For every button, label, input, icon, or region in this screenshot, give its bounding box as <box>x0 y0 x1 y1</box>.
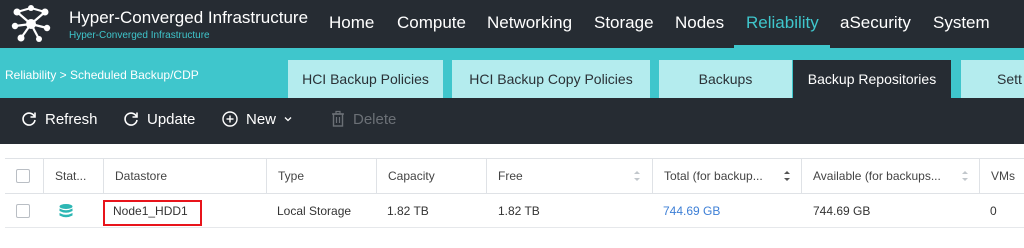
column-header-datastore[interactable]: Datastore <box>115 159 265 193</box>
column-separator <box>652 159 653 193</box>
tab-settings[interactable]: Sett <box>961 60 1024 98</box>
refresh-label: Refresh <box>45 110 98 128</box>
cell-vms: 0 <box>990 204 997 218</box>
network-nodes-logo-icon <box>11 5 51 42</box>
top-bar: Hyper-Converged Infrastructure Hyper-Con… <box>0 0 1024 48</box>
nav-nodes[interactable]: Nodes <box>675 13 724 33</box>
sort-icon[interactable] <box>961 169 969 183</box>
select-all-checkbox[interactable] <box>16 169 30 183</box>
refresh-button[interactable]: Refresh <box>20 110 98 128</box>
toolbar: Refresh Update New Delete <box>0 98 1024 144</box>
refresh-icon <box>22 112 36 126</box>
sort-icon[interactable] <box>633 169 641 183</box>
delete-label: Delete <box>353 110 397 128</box>
cell-total-link[interactable]: 744.69 GB <box>663 194 783 227</box>
cell-available: 744.69 GB <box>813 204 871 218</box>
nav-compute[interactable]: Compute <box>397 13 466 33</box>
update-label: Update <box>147 110 196 128</box>
nav-storage[interactable]: Storage <box>594 13 654 33</box>
nav-system[interactable]: System <box>933 13 990 33</box>
plus-circle-icon <box>222 111 238 127</box>
delete-button[interactable]: Delete <box>330 110 396 128</box>
column-header-type[interactable]: Type <box>278 159 378 193</box>
brand-subtitle: Hyper-Converged Infrastructure <box>69 30 210 41</box>
new-label: New <box>246 110 277 128</box>
column-separator <box>43 159 44 193</box>
column-header-available-for-backups[interactable]: Available (for backups... <box>813 159 953 193</box>
cell-capacity: 1.82 TB <box>387 204 429 218</box>
breadcrumb[interactable]: Reliability > Scheduled Backup/CDP <box>5 68 199 82</box>
column-separator <box>979 159 980 193</box>
tab-row: Reliability > Scheduled Backup/CDP HCI B… <box>0 48 1024 98</box>
column-separator <box>486 159 487 193</box>
update-icon <box>124 112 138 126</box>
trash-icon <box>332 110 344 127</box>
row-checkbox[interactable] <box>16 204 30 218</box>
nav-asecurity[interactable]: aSecurity <box>840 13 911 33</box>
column-header-free[interactable]: Free <box>498 159 618 193</box>
column-separator <box>266 159 267 193</box>
database-icon <box>59 204 73 218</box>
brand-title: Hyper-Converged Infrastructure <box>69 8 309 27</box>
new-button[interactable]: New <box>221 110 293 128</box>
tab-backup-repositories[interactable]: Backup Repositories <box>793 60 951 98</box>
column-separator <box>801 159 802 193</box>
column-header-status[interactable]: Stat... <box>55 159 105 193</box>
nav-reliability[interactable]: Reliability <box>746 13 819 33</box>
table-header: Stat... Datastore Type Capacity Free Tot… <box>5 158 1024 194</box>
column-header-vms[interactable]: VMs <box>991 159 1024 193</box>
datastore-highlight-box <box>103 200 202 226</box>
nav-home[interactable]: Home <box>329 13 374 33</box>
column-header-capacity[interactable]: Capacity <box>388 159 488 193</box>
column-separator <box>103 159 104 193</box>
sort-icon[interactable] <box>783 169 791 183</box>
column-header-total-for-backup[interactable]: Total (for backup... <box>664 159 776 193</box>
nav-networking[interactable]: Networking <box>487 13 572 33</box>
cell-type: Local Storage <box>277 204 352 218</box>
tab-backups[interactable]: Backups <box>659 60 792 98</box>
cell-free: 1.82 TB <box>498 204 540 218</box>
column-separator <box>376 159 377 193</box>
chevron-down-icon <box>284 117 292 122</box>
tab-hci-backup-copy-policies[interactable]: HCI Backup Copy Policies <box>452 60 650 98</box>
tab-hci-backup-policies[interactable]: HCI Backup Policies <box>288 60 443 98</box>
update-button[interactable]: Update <box>122 110 195 128</box>
